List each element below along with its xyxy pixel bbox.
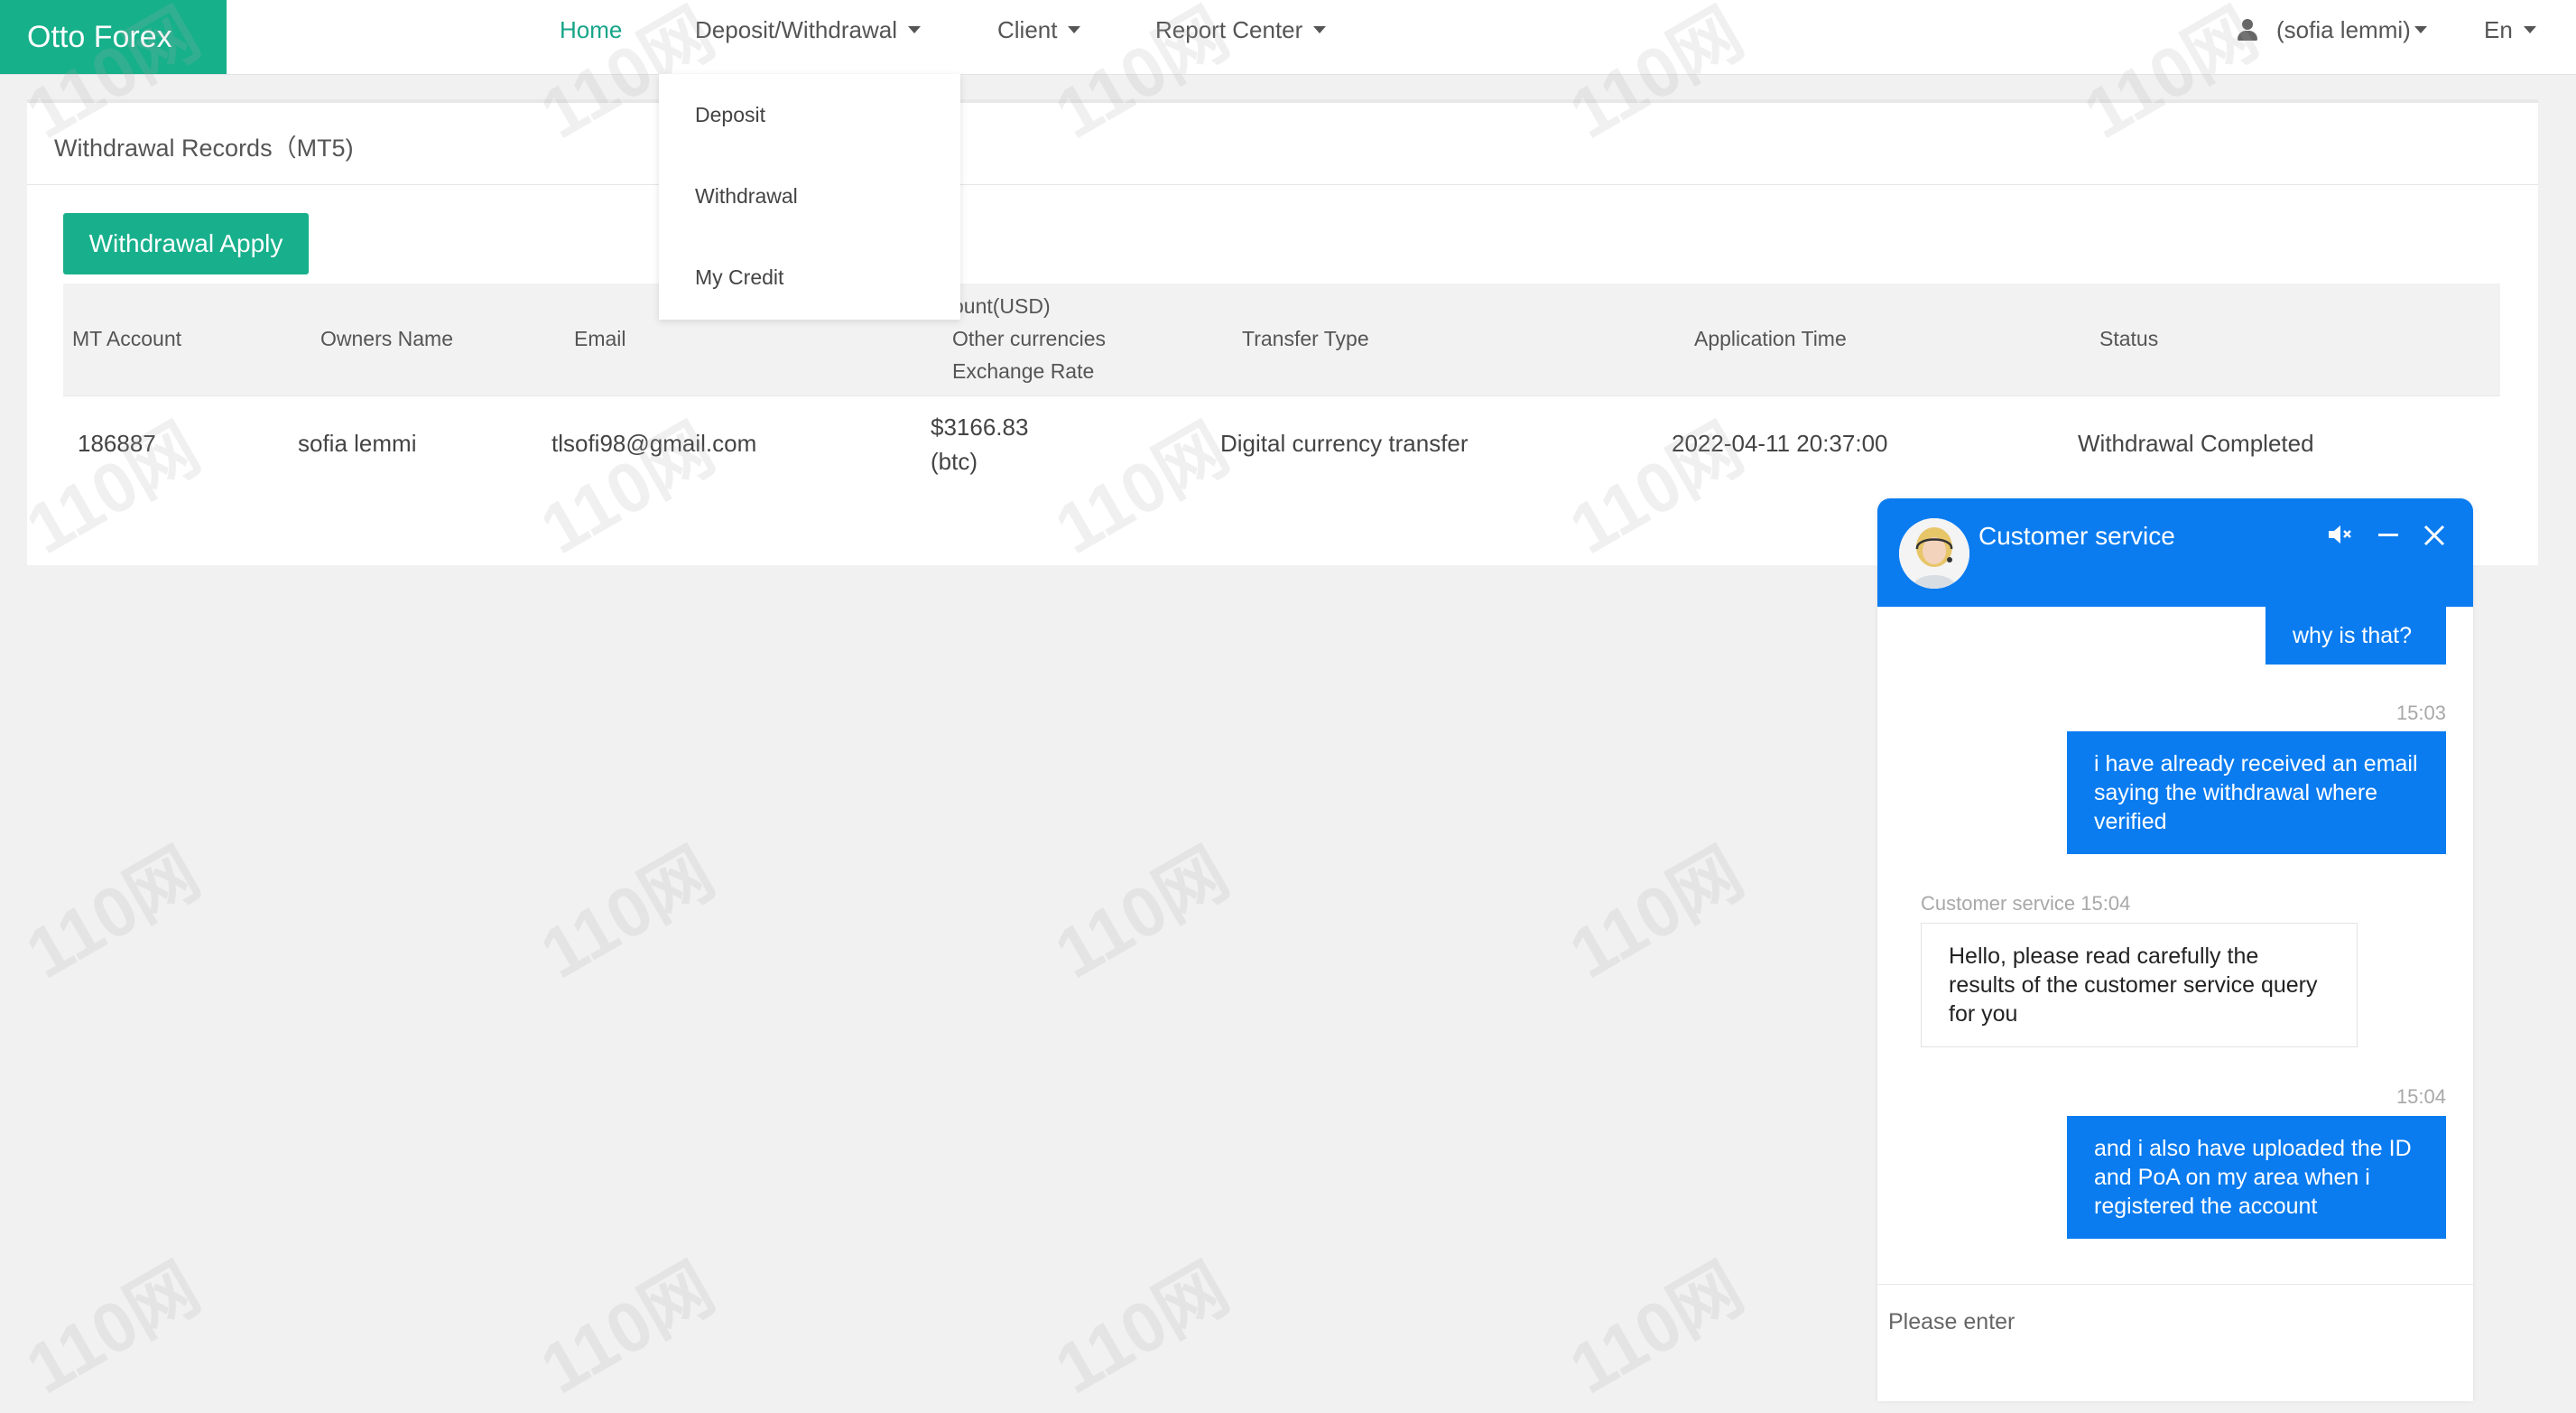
chat-title: Customer service	[1978, 522, 2175, 550]
cell-currency: (btc)	[931, 448, 978, 475]
brand-logo[interactable]: Otto Forex	[0, 0, 227, 74]
nav-client[interactable]: Client	[997, 0, 1081, 60]
withdrawal-records-panel: Withdrawal Records（MT5) Withdrawal Apply…	[27, 99, 2538, 565]
chevron-down-icon	[2523, 26, 2536, 33]
watermark: 110网	[13, 1248, 213, 1409]
nav-report-center[interactable]: Report Center	[1155, 0, 1327, 60]
chat-header: Customer service	[1877, 498, 2473, 607]
header-mt-account: MT Account	[72, 327, 182, 350]
cell-transfer-type: Digital currency transfer	[1220, 430, 1469, 457]
customer-service-chat: Customer service why is that? 15:03 i ha…	[1877, 498, 2473, 1401]
chat-input-area	[1877, 1284, 2473, 1401]
chat-message-agent: Hello, please read carefully the results…	[1921, 923, 2358, 1047]
chevron-down-icon	[1068, 26, 1081, 33]
message-timestamp: 15:04	[2395, 1085, 2446, 1108]
chat-message-input[interactable]	[1886, 1303, 2450, 1341]
watermark: 110网	[527, 1248, 727, 1409]
dropdown-item-withdrawal[interactable]: Withdrawal	[695, 184, 798, 209]
table-header: MT Account Owners Name Email ount(USD) O…	[63, 284, 2500, 395]
dropdown-item-my-credit[interactable]: My Credit	[695, 265, 783, 290]
minimize-icon[interactable]	[2376, 520, 2401, 556]
nav-client-label: Client	[997, 15, 1058, 43]
cell-amount: $3166.83	[931, 414, 1029, 441]
nav-home-label: Home	[560, 15, 623, 43]
nav-home[interactable]: Home	[560, 0, 622, 60]
nav-deposit-withdrawal-label: Deposit/Withdrawal	[695, 15, 897, 43]
language-selector[interactable]: En	[2484, 0, 2536, 60]
header-transfer-type: Transfer Type	[1242, 327, 1369, 350]
user-icon	[2237, 19, 2258, 41]
watermark: 110网	[1042, 1248, 1242, 1409]
header-status: Status	[2099, 327, 2159, 350]
chat-message-user: why is that?	[2266, 607, 2446, 665]
cell-email: tlsofi98@gmail.com	[551, 430, 757, 457]
deposit-withdrawal-dropdown: Deposit Withdrawal My Credit	[659, 74, 960, 320]
language-label: En	[2484, 15, 2513, 43]
cell-application-time: 2022-04-11 20:37:00	[1672, 430, 1888, 457]
nav-deposit-withdrawal[interactable]: Deposit/Withdrawal	[695, 0, 921, 60]
header-amount-usd: ount(USD)	[952, 294, 1051, 318]
message-timestamp: 15:03	[2395, 702, 2446, 724]
user-menu[interactable]: (sofia lemmi)	[2237, 0, 2427, 60]
header-application-time: Application Time	[1694, 327, 1847, 350]
page-title: Withdrawal Records（MT5)	[54, 135, 354, 162]
watermark: 110网	[527, 832, 727, 994]
table-divider	[63, 395, 2500, 396]
chevron-down-icon	[2414, 26, 2427, 33]
header-other-currencies: Other currencies	[952, 327, 1107, 350]
mute-icon[interactable]	[2325, 520, 2354, 556]
top-navigation-bar: Otto Forex Home Deposit/Withdrawal Clien…	[0, 0, 2576, 75]
cell-owners-name: sofia lemmi	[298, 430, 417, 457]
cell-status: Withdrawal Completed	[2078, 430, 2314, 457]
header-email: Email	[574, 327, 626, 350]
watermark: 110网	[1042, 832, 1242, 994]
user-name: (sofia lemmi)	[2276, 15, 2411, 43]
chevron-down-icon	[1313, 26, 1327, 33]
chat-message-user: i have already received an email saying …	[2067, 731, 2446, 854]
dropdown-item-deposit[interactable]: Deposit	[695, 103, 765, 127]
cell-mt-account: 186887	[78, 430, 156, 457]
nav-report-center-label: Report Center	[1155, 15, 1303, 43]
agent-avatar	[1899, 518, 1969, 589]
message-timestamp: Customer service 15:04	[1921, 892, 2131, 915]
panel-header: Withdrawal Records（MT5)	[27, 103, 2538, 185]
header-owners-name: Owners Name	[320, 327, 453, 350]
watermark: 110网	[13, 832, 213, 994]
brand-name: Otto Forex	[27, 19, 172, 54]
watermark: 110网	[1556, 832, 1756, 994]
header-exchange-rate: Exchange Rate	[952, 359, 1095, 383]
watermark: 110网	[1556, 1248, 1756, 1409]
chat-message-user: and i also have uploaded the ID and PoA …	[2067, 1116, 2446, 1239]
close-icon[interactable]	[2421, 520, 2448, 556]
chevron-down-icon	[907, 26, 921, 33]
withdrawal-apply-button[interactable]: Withdrawal Apply	[63, 213, 309, 274]
